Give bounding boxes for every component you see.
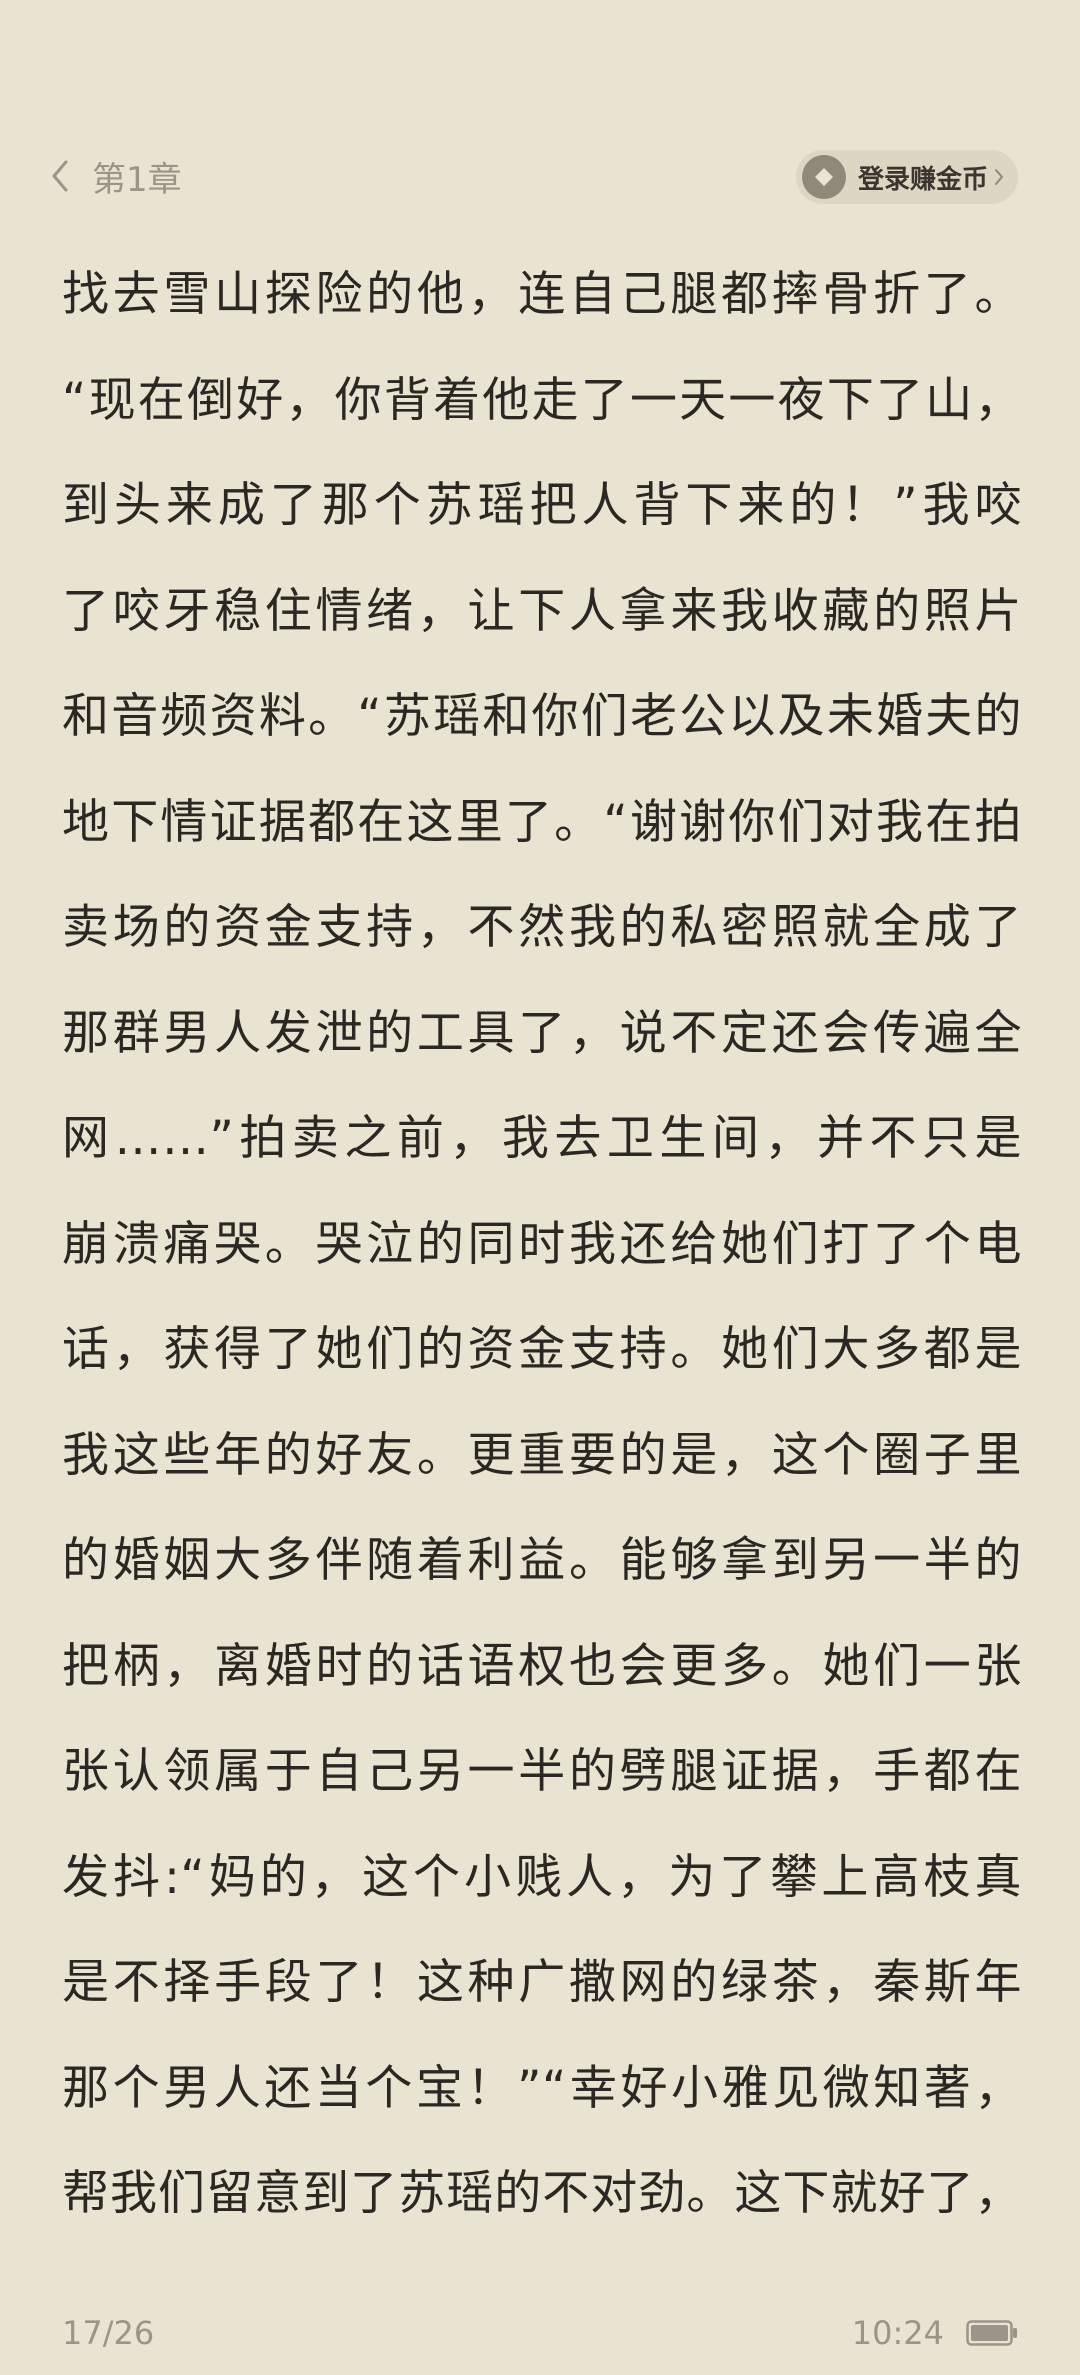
text-line: 那群男人发泄的工具了，说不定还会传遍全 (62, 1005, 1022, 1061)
coin-icon (801, 155, 846, 199)
reader-header: 第1章 登录赚金币 (0, 140, 1080, 220)
back-button[interactable]: 第1章 (50, 148, 182, 204)
login-earn-coins-button[interactable]: 登录赚金币 (795, 150, 1018, 204)
text-line: 是不择手段了！这种广撒网的绿茶，秦斯年 (62, 1955, 1022, 2010)
battery-icon (966, 2320, 1018, 2346)
text-line: 发抖:“妈的，这个小贱人，为了攀上高枝真 (62, 1849, 1022, 1905)
text-line: “现在倒好，你背着他走了一天一夜下了山， (62, 372, 1022, 428)
clock: 10:24 (851, 2314, 944, 2352)
text-line: 找去雪山探险的他，连自己腿都摔骨折了。 (62, 267, 1022, 322)
text-line: 崩溃痛哭。哭泣的同时我还给她们打了个电 (62, 1216, 1022, 1272)
text-line: 帮我们留意到了苏瑶的不对劲。这下就好了， (62, 2166, 1022, 2221)
text-line: 我这些年的好友。更重要的是，这个圈子里 (62, 1427, 1022, 1483)
reader-footer: 17/26 10:24 (0, 2306, 1080, 2362)
text-line: 那个男人还当个宝！”“幸好小雅见微知著， (62, 2060, 1022, 2116)
text-line: 和音频资料。“苏瑶和你们老公以及未婚夫的 (62, 689, 1022, 744)
chevron-left-icon[interactable] (50, 159, 70, 193)
chapter-title[interactable]: 第1章 (92, 152, 182, 201)
text-line: 张认领属于自己另一半的劈腿证据，手都在 (62, 1744, 1022, 1799)
text-line: 的婚姻大多伴随着利益。能够拿到另一半的 (62, 1533, 1022, 1588)
text-line: 把柄，离婚时的话语权也会更多。她们一张 (62, 1638, 1022, 1694)
text-line: 地下情证据都在这里了。“谢谢你们对我在拍 (62, 794, 1022, 850)
status-area: 10:24 (852, 2314, 1018, 2352)
chapter-text[interactable]: 找去雪山探险的他，连自己腿都摔骨折了。 “现在倒好，你背着他走了一天一夜下了山， 到… (62, 242, 1022, 2232)
text-line: 卖场的资金支持，不然我的私密照就全成了 (62, 900, 1022, 955)
coin-button-label: 登录赚金币 (857, 164, 988, 195)
chevron-right-icon (994, 168, 1004, 186)
text-line: 了咬牙稳住情绪，让下人拿来我收藏的照片 (62, 583, 1022, 639)
text-line: 网……”拍卖之前，我去卫生间，并不只是 (62, 1111, 1022, 1166)
page-indicator: 17/26 (62, 2314, 155, 2352)
text-line: 话，获得了她们的资金支持。她们大多都是 (62, 1322, 1022, 1377)
text-line: 到头来成了那个苏瑶把人背下来的！”我咬 (62, 478, 1022, 533)
